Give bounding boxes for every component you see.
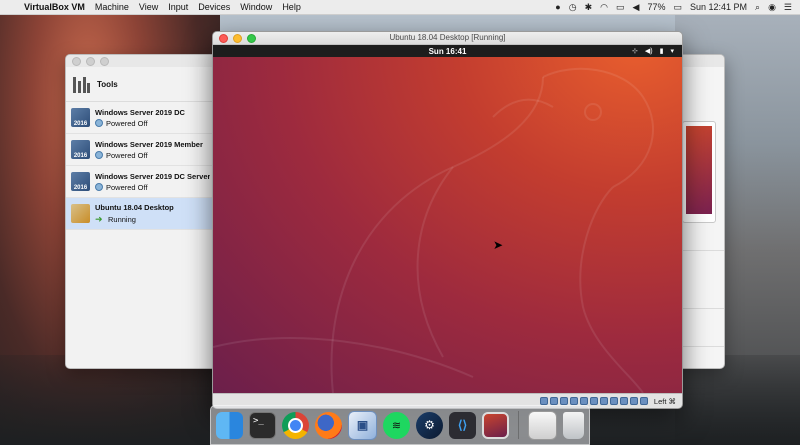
hard-disk-icon[interactable]: [539, 397, 548, 405]
menu-devices[interactable]: Devices: [198, 2, 230, 12]
close-button[interactable]: [72, 56, 81, 66]
vm-list-sidebar: Tools 2016 Windows Server 2019 DC Powere…: [66, 67, 214, 368]
host-key-label: Left ⌘: [653, 396, 676, 406]
menu-input[interactable]: Input: [168, 2, 188, 12]
vm-status-text: Running: [108, 214, 136, 224]
menu-help[interactable]: Help: [282, 2, 301, 12]
vm-name: Windows Server 2019 Member: [95, 139, 203, 149]
audio-icon[interactable]: [559, 397, 568, 405]
menu-bar: VirtualBox VM Machine View Input Devices…: [0, 0, 800, 15]
vm-name: Windows Server 2019 DC: [95, 107, 185, 117]
powered-off-icon: [95, 119, 103, 127]
network-icon[interactable]: ⊹: [632, 47, 638, 55]
close-button[interactable]: [219, 33, 228, 43]
gnome-system-tray: ⊹ ◀) ▮ ▾: [632, 45, 674, 57]
volume-icon[interactable]: ◀): [645, 47, 653, 55]
video-capture-icon[interactable]: [609, 397, 618, 405]
details-divider: [680, 346, 724, 347]
trash-icon[interactable]: [563, 411, 584, 439]
guest-clock[interactable]: Sun 16:41: [429, 47, 467, 56]
ubuntu-bionic-beaver-wallpaper: [213, 67, 654, 393]
dock: >_ ▣ ≋ ⚙ ⟨⟩: [210, 405, 590, 445]
battery-icon[interactable]: ▭: [673, 2, 682, 13]
powered-off-icon: [95, 151, 103, 159]
minimize-button[interactable]: [86, 56, 95, 66]
spotlight-icon[interactable]: ⌕: [755, 2, 760, 13]
gnome-top-bar: Sun 16:41 ⊹ ◀) ▮ ▾: [213, 45, 682, 57]
time-machine-icon[interactable]: ◷: [569, 2, 577, 13]
battery-percent[interactable]: 77%: [647, 2, 665, 12]
ubuntu-vm-icon: [71, 204, 90, 223]
terminal-icon[interactable]: >_: [249, 411, 276, 439]
windows-server-icon: 2016: [71, 140, 90, 159]
tools-label: Tools: [97, 79, 118, 89]
windows-server-icon: 2016: [71, 172, 90, 191]
details-divider: [680, 308, 724, 309]
zoom-button[interactable]: [247, 33, 256, 43]
powered-off-icon: [95, 183, 103, 191]
notification-center-icon[interactable]: ☰: [784, 2, 792, 13]
menu-window[interactable]: Window: [240, 2, 272, 12]
battery-icon[interactable]: ▮: [660, 47, 664, 55]
details-divider: [680, 250, 724, 251]
zoom-button[interactable]: [100, 56, 109, 66]
app-menu[interactable]: VirtualBox VM: [24, 2, 85, 12]
menu-view[interactable]: View: [139, 2, 158, 12]
vm-status-text: Powered Off: [106, 118, 148, 128]
vm-name: Windows Server 2019 DC Server: [95, 171, 211, 181]
vscode-icon[interactable]: ⟨⟩: [449, 411, 476, 439]
vm-status-text: Powered Off: [106, 150, 148, 160]
vm-item-windows-server-dc[interactable]: 2016 Windows Server 2019 DC Powered Off: [66, 102, 213, 134]
keyboard-icon[interactable]: [639, 397, 648, 405]
steam-icon[interactable]: ⚙: [416, 411, 443, 439]
shared-folders-icon[interactable]: [589, 397, 598, 405]
preview-screen: [686, 126, 712, 214]
mouse-integration-icon[interactable]: [629, 397, 638, 405]
vm-window-title: Ubuntu 18.04 Desktop [Running]: [389, 33, 506, 42]
ubuntu-guest-desktop[interactable]: Sun 16:41 ⊹ ◀) ▮ ▾ ➤: [213, 45, 682, 393]
minimize-button[interactable]: [233, 33, 242, 43]
chrome-icon[interactable]: [282, 411, 309, 439]
vm-preview-thumbnail: [682, 121, 716, 223]
network-adapter-icon[interactable]: [569, 397, 578, 405]
vm-item-windows-server-dc-server[interactable]: 2016 Windows Server 2019 DC Server Power…: [66, 166, 213, 198]
user-icon[interactable]: ◉: [768, 2, 776, 13]
dock-separator: [518, 411, 519, 439]
documents-icon[interactable]: [528, 410, 557, 440]
optical-drive-icon[interactable]: [549, 397, 558, 405]
virtualbox-icon[interactable]: ▣: [348, 410, 377, 440]
spotify-icon[interactable]: ≋: [383, 411, 410, 439]
mouse-pointer-icon: ➤: [493, 238, 504, 252]
airplay-icon[interactable]: ▭: [616, 2, 625, 13]
usb-icon[interactable]: [579, 397, 588, 405]
menu-machine[interactable]: Machine: [95, 2, 129, 12]
cpu-icon[interactable]: [619, 397, 628, 405]
record-icon[interactable]: ●: [555, 2, 560, 12]
menubar-clock[interactable]: Sun 12:41 PM: [690, 2, 747, 12]
vm-preview-icon[interactable]: [482, 411, 509, 439]
ubuntu-vm-window: Ubuntu 18.04 Desktop [Running] Sun 16:41…: [212, 31, 683, 409]
vm-item-ubuntu-desktop[interactable]: Ubuntu 18.04 Desktop ➜ Running: [66, 198, 213, 230]
firefox-icon[interactable]: [315, 411, 342, 439]
running-arrow-icon: ➜: [95, 214, 103, 224]
tools-item[interactable]: Tools: [66, 67, 213, 102]
display-icon[interactable]: [599, 397, 608, 405]
vm-status-text: Powered Off: [106, 182, 148, 192]
vm-item-windows-server-member[interactable]: 2016 Windows Server 2019 Member Powered …: [66, 134, 213, 166]
vm-name: Ubuntu 18.04 Desktop: [95, 203, 174, 212]
finder-icon[interactable]: [216, 411, 243, 439]
vm-window-titlebar[interactable]: Ubuntu 18.04 Desktop [Running]: [213, 32, 682, 45]
tools-icon: [72, 75, 90, 93]
volume-icon[interactable]: ◀: [633, 2, 640, 13]
system-menu-chevron-icon[interactable]: ▾: [670, 47, 674, 55]
wifi-icon[interactable]: ◠: [600, 2, 608, 13]
windows-server-icon: 2016: [71, 108, 90, 127]
status-menus: ● ◷ ✱ ◠ ▭ ◀ 77% ▭ Sun 12:41 PM ⌕ ◉ ☰: [555, 2, 800, 13]
bluetooth-icon[interactable]: ✱: [585, 2, 593, 13]
